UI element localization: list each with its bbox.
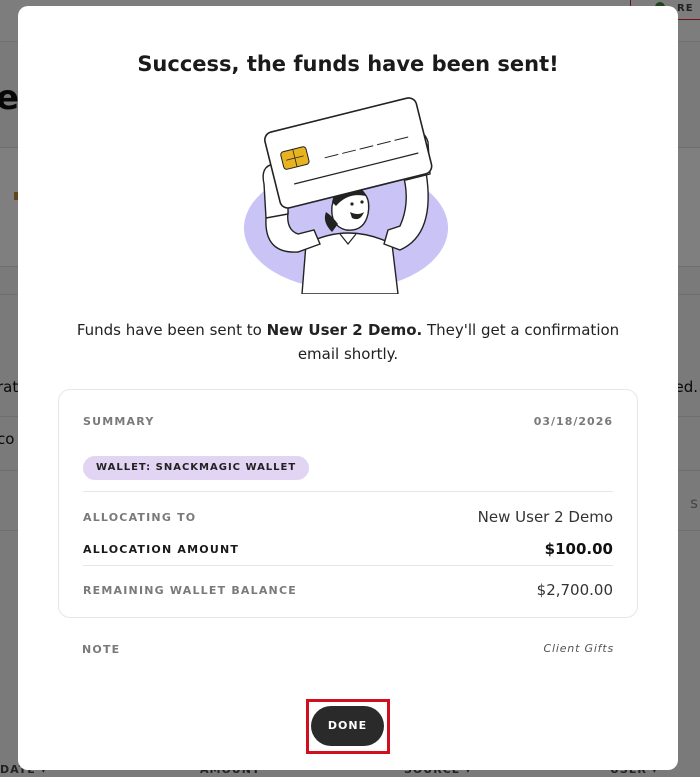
note-label: NOTE (82, 643, 121, 656)
remaining-balance-label: REMAINING WALLET BALANCE (83, 584, 297, 597)
allocating-to-label: ALLOCATING TO (83, 511, 197, 524)
summary-divider (83, 565, 613, 566)
wallet-badge: WALLET: SNACKMAGIC WALLET (83, 456, 310, 480)
modal-title: Success, the funds have been sent! (137, 52, 559, 76)
allocation-amount-value: $100.00 (544, 540, 613, 558)
allocating-to-value: New User 2 Demo (477, 508, 613, 526)
done-button[interactable]: DONE (311, 706, 384, 746)
success-message: Funds have been sent to New User 2 Demo.… (58, 318, 638, 366)
person-holding-card-illustration (244, 97, 448, 294)
note-value: Client Gifts (543, 642, 614, 655)
summary-label: SUMMARY (83, 415, 155, 428)
allocation-amount-label: ALLOCATION AMOUNT (83, 543, 240, 556)
message-recipient: New User 2 Demo. (266, 321, 423, 339)
remaining-balance-value: $2,700.00 (536, 581, 613, 599)
summary-card: SUMMARY 03/18/2026 WALLET: SNACKMAGIC WA… (58, 389, 638, 618)
summary-date: 03/18/2026 (533, 415, 613, 428)
success-modal: Success, the funds have been sent! Funds… (18, 6, 678, 770)
summary-divider (83, 491, 613, 492)
message-prefix: Funds have been sent to (76, 321, 267, 339)
